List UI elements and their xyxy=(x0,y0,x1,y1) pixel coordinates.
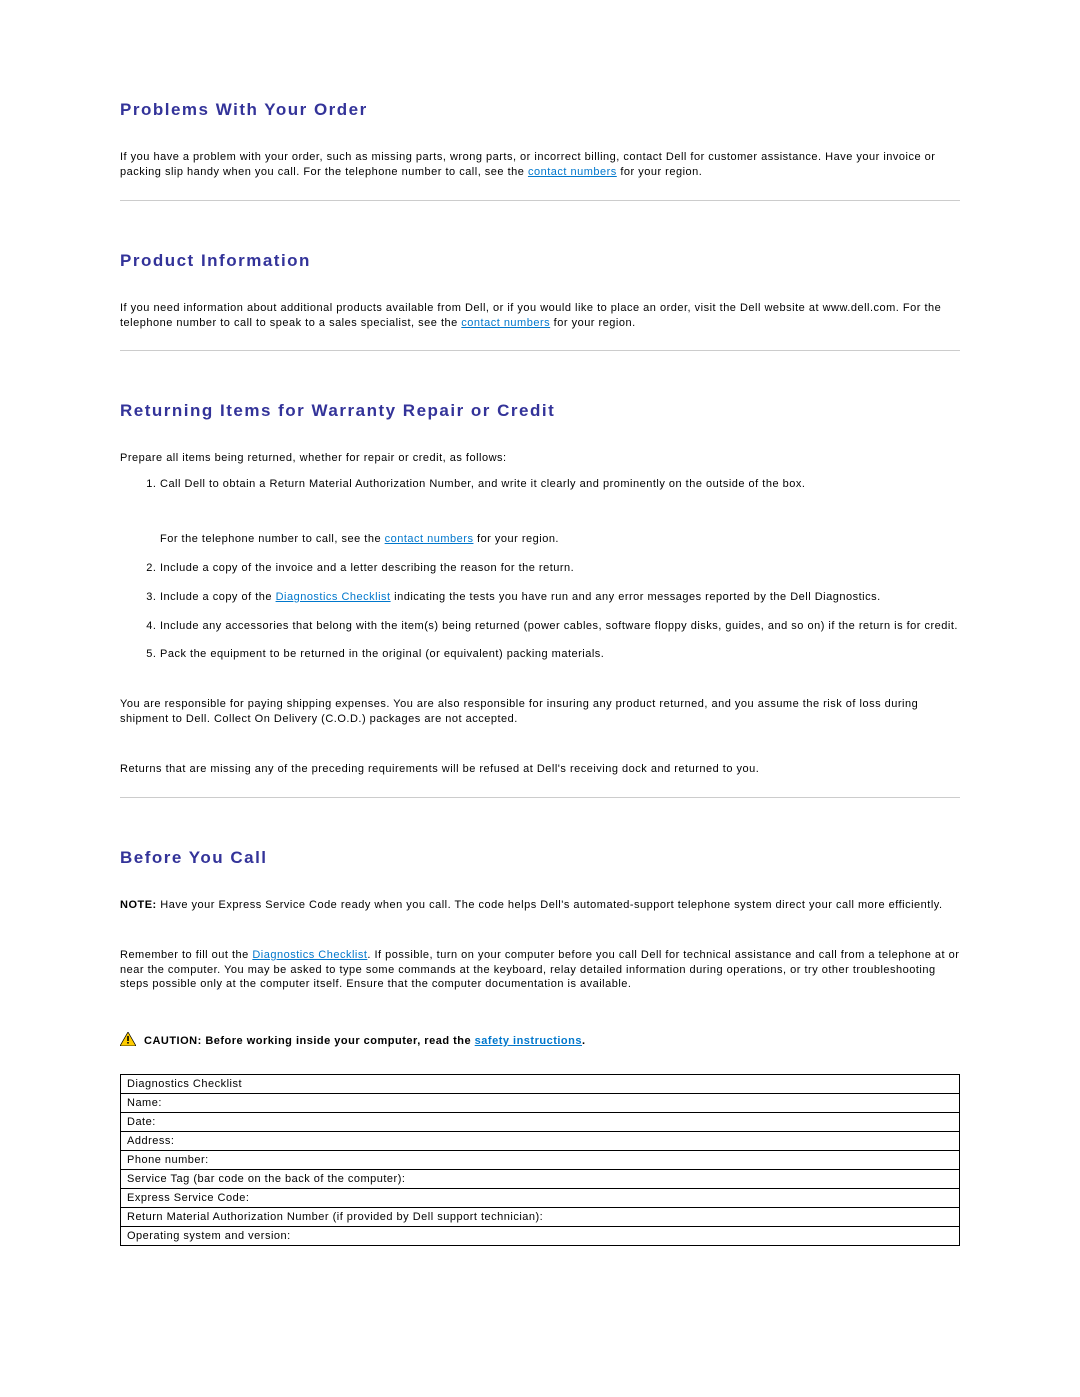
paragraph: You are responsible for paying shipping … xyxy=(120,697,960,727)
text: for your region. xyxy=(550,317,636,329)
diagnostics-checklist-table: Diagnostics Checklist Name: Date: Addres… xyxy=(120,1074,960,1246)
table-row: Phone number: xyxy=(121,1151,960,1170)
heading-returning: Returning Items for Warranty Repair or C… xyxy=(120,401,960,421)
table-row: Address: xyxy=(121,1132,960,1151)
divider xyxy=(120,200,960,201)
divider xyxy=(120,797,960,798)
list-item: Include any accessories that belong with… xyxy=(160,619,960,634)
caution-icon xyxy=(120,1032,136,1049)
heading-before-call: Before You Call xyxy=(120,848,960,868)
text: for your region. xyxy=(473,533,559,545)
text: For the telephone number to call, see th… xyxy=(160,533,385,545)
text: for your region. xyxy=(617,166,703,178)
table-row: Return Material Authorization Number (if… xyxy=(121,1208,960,1227)
table-row: Express Service Code: xyxy=(121,1189,960,1208)
diagnostics-checklist-link[interactable]: Diagnostics Checklist xyxy=(276,591,391,603)
contact-numbers-link[interactable]: contact numbers xyxy=(385,533,474,545)
paragraph: Remember to fill out the Diagnostics Che… xyxy=(120,948,960,993)
contact-numbers-link[interactable]: contact numbers xyxy=(461,317,550,329)
paragraph: If you have a problem with your order, s… xyxy=(120,150,960,180)
heading-product-info: Product Information xyxy=(120,251,960,271)
paragraph: Returns that are missing any of the prec… xyxy=(120,762,960,777)
caution-label: CAUTION: xyxy=(144,1035,205,1047)
table-row: Name: xyxy=(121,1094,960,1113)
text: Call Dell to obtain a Return Material Au… xyxy=(160,478,805,490)
return-steps-list: Call Dell to obtain a Return Material Au… xyxy=(120,477,960,662)
caution-text: CAUTION: Before working inside your comp… xyxy=(144,1035,586,1047)
text: . xyxy=(582,1035,586,1047)
text: Include a copy of the xyxy=(160,591,276,603)
list-item: Include a copy of the Diagnostics Checkl… xyxy=(160,590,960,605)
paragraph: For the telephone number to call, see th… xyxy=(160,532,960,547)
note-paragraph: NOTE: Have your Express Service Code rea… xyxy=(120,898,960,913)
list-item: Call Dell to obtain a Return Material Au… xyxy=(160,477,960,547)
table-row: Service Tag (bar code on the back of the… xyxy=(121,1170,960,1189)
contact-numbers-link[interactable]: contact numbers xyxy=(528,166,617,178)
caution-row: CAUTION: Before working inside your comp… xyxy=(120,1032,960,1049)
table-header: Diagnostics Checklist xyxy=(121,1075,960,1094)
table-row: Operating system and version: xyxy=(121,1227,960,1246)
document-page: Problems With Your Order If you have a p… xyxy=(0,0,1080,1346)
safety-instructions-link[interactable]: safety instructions xyxy=(475,1035,582,1047)
paragraph: Prepare all items being returned, whethe… xyxy=(120,451,960,466)
note-label: NOTE: xyxy=(120,899,157,911)
text: Have your Express Service Code ready whe… xyxy=(157,899,943,911)
text: indicating the tests you have run and an… xyxy=(391,591,881,603)
paragraph: If you need information about additional… xyxy=(120,301,960,331)
list-item: Include a copy of the invoice and a lett… xyxy=(160,561,960,576)
divider xyxy=(120,350,960,351)
text: Before working inside your computer, rea… xyxy=(205,1035,474,1047)
table-row: Date: xyxy=(121,1113,960,1132)
diagnostics-checklist-link[interactable]: Diagnostics Checklist xyxy=(252,949,367,961)
list-item: Pack the equipment to be returned in the… xyxy=(160,647,960,662)
heading-problems: Problems With Your Order xyxy=(120,100,960,120)
text: Remember to fill out the xyxy=(120,949,252,961)
